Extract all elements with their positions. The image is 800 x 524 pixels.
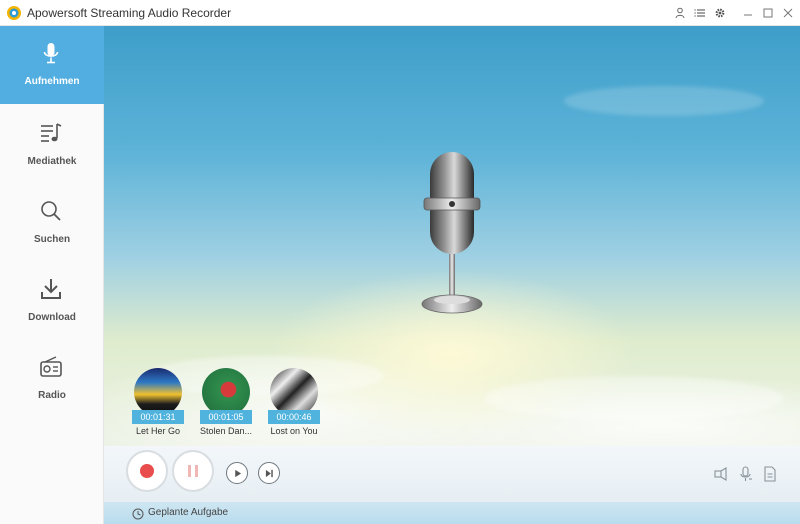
sidebar-item-label: Suchen (33, 234, 71, 245)
sidebar: Aufnehmen Mediathek Suchen Download Radi… (0, 26, 104, 524)
sidebar-item-label: Download (28, 312, 76, 323)
track-item[interactable]: 00:01:31 Let Her Go (130, 368, 186, 438)
list-icon[interactable] (692, 5, 708, 21)
track-item[interactable]: 00:00:46 Lost on You (266, 368, 322, 438)
sidebar-item-radio[interactable]: Radio (0, 340, 104, 418)
close-icon[interactable] (780, 5, 796, 21)
recent-tracks: 00:01:31 Let Her Go 00:01:05 Stolen Dan.… (130, 368, 330, 438)
sidebar-item-aufnehmen[interactable]: Aufnehmen (0, 26, 104, 104)
cloud (564, 86, 764, 116)
track-item[interactable]: 00:01:05 Stolen Dan... (198, 368, 254, 438)
record-button[interactable] (126, 450, 168, 492)
sidebar-item-download[interactable]: Download (0, 262, 104, 340)
track-title: Let Her Go (135, 426, 181, 436)
track-title: Stolen Dan... (199, 426, 253, 436)
app-logo-icon (6, 5, 22, 21)
microphone-settings-icon[interactable] (738, 466, 754, 482)
play-button[interactable] (226, 462, 248, 484)
play-icon (234, 469, 241, 477)
record-icon (140, 464, 154, 478)
search-icon (36, 196, 66, 226)
maximize-icon[interactable] (760, 5, 776, 21)
track-duration: 00:01:31 (132, 410, 184, 424)
sidebar-item-mediathek[interactable]: Mediathek (0, 106, 104, 184)
scheduled-task-link[interactable]: Geplante Aufgabe (148, 507, 228, 518)
title-bar: Apowersoft Streaming Audio Recorder (0, 0, 800, 26)
microphone-illustration (410, 150, 494, 320)
pause-button[interactable] (172, 450, 214, 492)
sidebar-item-suchen[interactable]: Suchen (0, 184, 104, 262)
skip-next-icon (265, 469, 273, 477)
sidebar-item-label: Aufnehmen (24, 76, 80, 87)
skip-next-button[interactable] (258, 462, 280, 484)
playlist-icon (36, 118, 66, 148)
download-icon (36, 274, 66, 304)
clock-icon[interactable] (132, 507, 144, 520)
album-cover (134, 368, 182, 416)
sidebar-item-label: Radio (38, 390, 66, 401)
window-title: Apowersoft Streaming Audio Recorder (27, 6, 232, 20)
control-bar (104, 446, 800, 502)
user-icon[interactable] (672, 5, 688, 21)
file-icon[interactable] (762, 466, 778, 482)
minimize-icon[interactable] (740, 5, 756, 21)
microphone-icon (36, 38, 66, 68)
album-cover (270, 368, 318, 416)
status-bar: Geplante Aufgabe (104, 502, 800, 524)
sidebar-item-label: Mediathek (27, 156, 77, 167)
pause-icon (186, 465, 200, 477)
album-cover (202, 368, 250, 416)
radio-icon (36, 352, 66, 382)
track-title: Lost on You (270, 426, 318, 436)
speaker-icon[interactable] (714, 466, 730, 482)
main-area: 00:01:31 Let Her Go 00:01:05 Stolen Dan.… (104, 26, 800, 524)
gear-icon[interactable] (712, 5, 728, 21)
track-duration: 00:00:46 (268, 410, 320, 424)
cloud (484, 376, 784, 421)
track-duration: 00:01:05 (200, 410, 252, 424)
